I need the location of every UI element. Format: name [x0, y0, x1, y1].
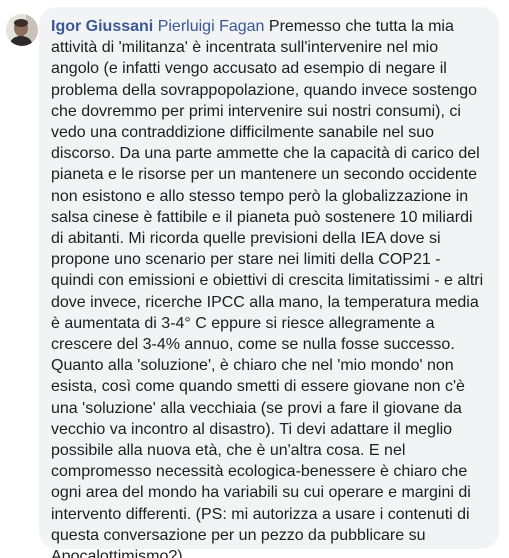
comment-line: crescere del 3-4% annuo, come se nulla f…	[51, 336, 455, 354]
comment-line: salsa cinese è fattibile e il pianeta pu…	[51, 208, 473, 226]
profile-photo-icon	[6, 14, 38, 46]
comment-line: vedo una contraddizione difficilmente sa…	[51, 124, 435, 142]
comment-line: Apocalottimismo?)	[51, 548, 183, 558]
comment-line: una 'soluzione' alla vecchiaia (se provi…	[51, 399, 462, 417]
comment-line: propone uno scenario per stare nei limit…	[51, 251, 441, 269]
comment-line: intervento differenti. (PS: mi autorizza…	[51, 505, 470, 523]
comment-line: non esistono e allo stesso tempo però la…	[51, 187, 469, 205]
mention-link[interactable]: Pierluigi Fagan	[158, 18, 265, 35]
comment-line: ogni area del mondo ha variabili su cui …	[51, 484, 471, 502]
comment-line: dove invece, ricerche IPCC alla mano, la…	[51, 293, 479, 311]
comment-line: esista, così come quando smetti di esser…	[51, 378, 465, 396]
comment-line: pianeta e le risorse per un mantenere un…	[51, 166, 478, 184]
comment-line: possibile alla nuova età, che è un'altra…	[51, 442, 406, 460]
comment-bubble: Igor Giussani Pierluigi Fagan Premesso c…	[39, 7, 499, 558]
comment-line: compromesso necessità ecologica-benesser…	[51, 463, 468, 481]
comment-line: angolo (e infatti vengo accusato ad esem…	[51, 60, 447, 78]
comment-body: Igor Giussani Pierluigi Fagan Premesso c…	[51, 16, 485, 558]
comment-line: discorso. Da una parte ammette che la ca…	[51, 145, 480, 163]
comment-line: è aumentata di 3-4° C eppure si riesce a…	[51, 314, 435, 332]
comment-first-line: Igor Giussani Pierluigi Fagan Premesso c…	[51, 16, 485, 37]
comment-line: problema della sovrappopolazione, quando…	[51, 81, 478, 99]
comment-line: attività di 'militanza' è incentrata sul…	[51, 39, 439, 57]
comment-line: questa conversazione per un pezzo da pub…	[51, 526, 426, 544]
comment-thread: Igor Giussani Pierluigi Fagan Premesso c…	[0, 0, 509, 558]
comment-line: che dovremmo per primi intervenire sui n…	[51, 102, 461, 120]
comment-line: quindi con emissioni e obiettivi di cres…	[51, 272, 484, 290]
comment-line: vecchio va incontro al disastro). Ti dev…	[51, 420, 453, 438]
comment-author-link[interactable]: Igor Giussani	[51, 18, 153, 35]
comment-line: di abitanti. Mi ricorda quelle prevision…	[51, 230, 441, 248]
avatar[interactable]	[6, 14, 38, 46]
comment-line: Premesso che tutta la mia	[268, 18, 454, 35]
comment-line: Quanto alla 'soluzione', è chiaro che ne…	[51, 357, 454, 375]
